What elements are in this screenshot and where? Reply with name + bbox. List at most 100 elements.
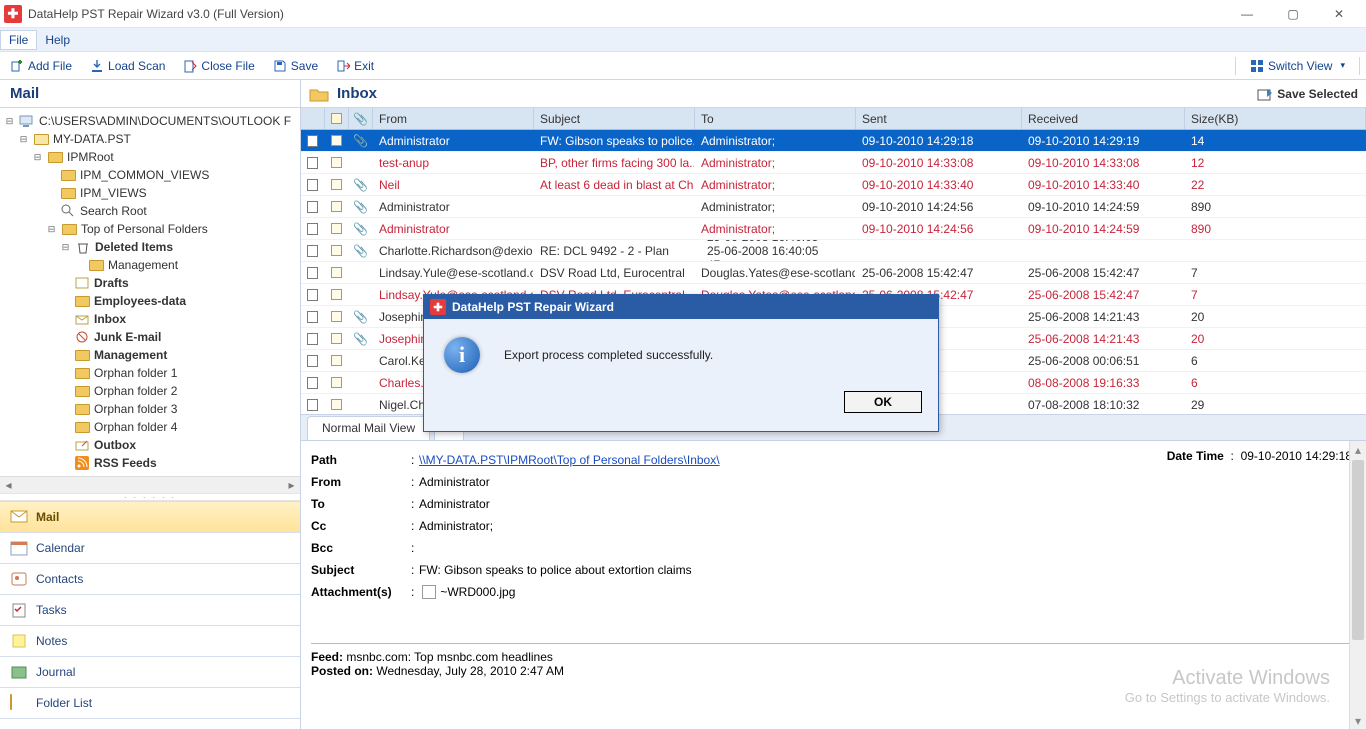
tree-search-root[interactable]: Search Root bbox=[80, 204, 147, 218]
row-checkbox[interactable] bbox=[307, 289, 318, 301]
load-scan-button[interactable]: Load Scan bbox=[86, 57, 169, 75]
close-button[interactable]: ✕ bbox=[1316, 0, 1362, 28]
folder-tree[interactable]: ⊟ C:\USERS\ADMIN\DOCUMENTS\OUTLOOK F ⊟ MY-… bbox=[0, 108, 300, 476]
table-row[interactable]: Lindsay.Yule@ese-scotland.c...DSV Road L… bbox=[301, 262, 1366, 284]
nav-journal[interactable]: Journal bbox=[0, 656, 300, 687]
col-to[interactable]: To bbox=[695, 108, 856, 129]
scroll-right-icon[interactable]: ▸ bbox=[283, 477, 300, 494]
cell-subject: RE: DCL 9492 - 2 - Plan bbox=[534, 240, 695, 261]
tree-horizontal-scrollbar[interactable]: ◂ ▸ bbox=[0, 476, 300, 493]
menu-help[interactable]: Help bbox=[37, 31, 78, 49]
table-row[interactable]: test-anupBP, other firms facing 300 la..… bbox=[301, 152, 1366, 174]
row-checkbox[interactable] bbox=[307, 201, 318, 213]
paperclip-icon: 📎 bbox=[353, 178, 368, 192]
tree-outbox[interactable]: Outbox bbox=[94, 438, 136, 452]
tree-drafts[interactable]: Drafts bbox=[94, 276, 129, 290]
col-received[interactable]: Received bbox=[1022, 108, 1185, 129]
splitter-grip[interactable]: · · · · · · bbox=[0, 493, 300, 501]
switch-view-button[interactable]: Switch View ▾ bbox=[1246, 57, 1349, 75]
collapse-icon[interactable]: ⊟ bbox=[46, 224, 57, 235]
detail-vertical-scrollbar[interactable]: ▴ ▾ bbox=[1349, 441, 1366, 729]
row-checkbox[interactable] bbox=[307, 245, 318, 257]
minimize-button[interactable]: — bbox=[1224, 0, 1270, 28]
table-row[interactable]: 📎AdministratorAdministrator;09-10-2010 1… bbox=[301, 196, 1366, 218]
tree-pst[interactable]: MY-DATA.PST bbox=[53, 132, 131, 146]
tree-root[interactable]: C:\USERS\ADMIN\DOCUMENTS\OUTLOOK F bbox=[39, 114, 291, 128]
folder-icon bbox=[74, 383, 90, 399]
col-size[interactable]: Size(KB) bbox=[1185, 108, 1366, 129]
col-attachment-icon[interactable]: 📎 bbox=[349, 108, 373, 129]
row-checkbox[interactable] bbox=[307, 377, 318, 389]
detail-path-link[interactable]: \\MY-DATA.PST\IPMRoot\Top of Personal Fo… bbox=[419, 453, 720, 467]
tree-management[interactable]: Management bbox=[94, 348, 167, 362]
table-row[interactable]: 📎Charlotte.Richardson@dexio...RE: DCL 94… bbox=[301, 240, 1366, 262]
nav-folder-list[interactable]: Folder List bbox=[0, 687, 300, 718]
add-file-button[interactable]: Add File bbox=[6, 57, 76, 75]
save-button[interactable]: Save bbox=[269, 57, 322, 75]
scrollbar-thumb[interactable] bbox=[1352, 460, 1364, 640]
nav-overflow[interactable] bbox=[0, 718, 300, 729]
folder-icon bbox=[74, 293, 90, 309]
scroll-up-icon[interactable]: ▴ bbox=[1350, 441, 1366, 458]
row-checkbox[interactable] bbox=[307, 355, 318, 367]
attachment-name[interactable]: ~WRD000.jpg bbox=[440, 585, 515, 599]
tree-junk[interactable]: Junk E-mail bbox=[94, 330, 161, 344]
tree-inbox[interactable]: Inbox bbox=[94, 312, 126, 326]
dialog-title: DataHelp PST Repair Wizard bbox=[452, 300, 614, 314]
tree-rss[interactable]: RSS Feeds bbox=[94, 456, 157, 470]
row-checkbox[interactable] bbox=[307, 311, 318, 323]
scroll-left-icon[interactable]: ◂ bbox=[0, 477, 17, 494]
collapse-icon[interactable]: ⊟ bbox=[32, 152, 43, 163]
row-checkbox[interactable] bbox=[307, 267, 318, 279]
maximize-button[interactable]: ▢ bbox=[1270, 0, 1316, 28]
tree-orphan-1[interactable]: Orphan folder 1 bbox=[94, 366, 177, 380]
nav-notes[interactable]: Notes bbox=[0, 625, 300, 656]
dialog-titlebar[interactable]: ✚ DataHelp PST Repair Wizard bbox=[424, 295, 938, 319]
col-checkbox[interactable] bbox=[301, 108, 325, 129]
detail-attach-value: ~WRD000.jpg bbox=[419, 585, 1356, 600]
tree-ipmroot[interactable]: IPMRoot bbox=[67, 150, 114, 164]
tree-management-child[interactable]: Management bbox=[108, 258, 178, 272]
nav-folder-list-label: Folder List bbox=[36, 696, 92, 710]
row-checkbox[interactable] bbox=[307, 135, 318, 147]
collapse-icon[interactable]: ⊟ bbox=[60, 242, 71, 253]
tree-deleted-items[interactable]: Deleted Items bbox=[95, 240, 173, 254]
cell-size: 7 bbox=[1185, 262, 1366, 283]
tree-top[interactable]: Top of Personal Folders bbox=[81, 222, 208, 236]
nav-contacts[interactable]: Contacts bbox=[0, 563, 300, 594]
menu-file[interactable]: File bbox=[0, 30, 37, 50]
detail-from-value: Administrator bbox=[419, 475, 1356, 489]
tree-employees[interactable]: Employees-data bbox=[94, 294, 186, 308]
nav-calendar[interactable]: Calendar bbox=[0, 532, 300, 563]
collapse-icon[interactable]: ⊟ bbox=[4, 116, 15, 127]
row-checkbox[interactable] bbox=[307, 223, 318, 235]
table-row[interactable]: 📎AdministratorAdministrator;09-10-2010 1… bbox=[301, 218, 1366, 240]
row-checkbox[interactable] bbox=[307, 179, 318, 191]
collapse-icon[interactable]: ⊟ bbox=[18, 134, 29, 145]
cell-to: Administrator; bbox=[695, 218, 856, 239]
nav-tasks[interactable]: Tasks bbox=[0, 594, 300, 625]
folder-title: Inbox bbox=[337, 85, 377, 102]
tab-normal-mail-view[interactable]: Normal Mail View bbox=[307, 416, 430, 440]
table-row[interactable]: 📎AdministratorFW: Gibson speaks to polic… bbox=[301, 130, 1366, 152]
col-subject[interactable]: Subject bbox=[534, 108, 695, 129]
exit-button[interactable]: Exit bbox=[332, 57, 378, 75]
col-envelope-icon[interactable] bbox=[325, 108, 349, 129]
tree-views[interactable]: IPM_VIEWS bbox=[80, 186, 147, 200]
row-checkbox[interactable] bbox=[307, 333, 318, 345]
col-from[interactable]: From bbox=[373, 108, 534, 129]
ok-button[interactable]: OK bbox=[844, 391, 922, 413]
tree-orphan-4[interactable]: Orphan folder 4 bbox=[94, 420, 177, 434]
col-sent[interactable]: Sent bbox=[856, 108, 1022, 129]
tree-common-views[interactable]: IPM_COMMON_VIEWS bbox=[80, 168, 209, 182]
folder-icon bbox=[60, 185, 76, 201]
row-checkbox[interactable] bbox=[307, 399, 318, 411]
tree-orphan-3[interactable]: Orphan folder 3 bbox=[94, 402, 177, 416]
close-file-button[interactable]: Close File bbox=[179, 57, 258, 75]
tree-orphan-2[interactable]: Orphan folder 2 bbox=[94, 384, 177, 398]
scroll-down-icon[interactable]: ▾ bbox=[1350, 712, 1366, 729]
row-checkbox[interactable] bbox=[307, 157, 318, 169]
table-row[interactable]: 📎NeilAt least 6 dead in blast at Ch...Ad… bbox=[301, 174, 1366, 196]
nav-mail[interactable]: Mail bbox=[0, 501, 300, 532]
save-selected-button[interactable]: Save Selected bbox=[1257, 87, 1358, 101]
